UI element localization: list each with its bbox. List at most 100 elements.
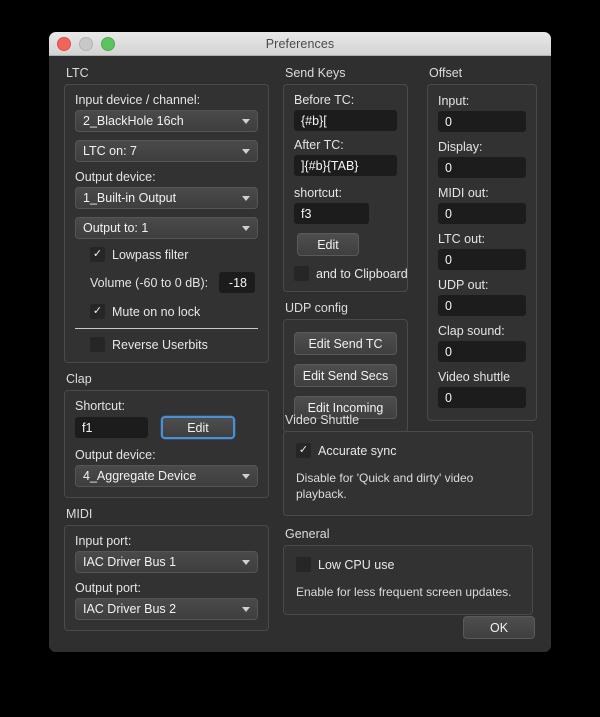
ltc-channel-value: LTC on: 7 — [83, 144, 137, 158]
chevron-down-icon — [242, 119, 250, 124]
offset-udp-out-label: UDP out: — [438, 278, 489, 292]
offset-ltc-out-label: LTC out: — [438, 232, 486, 246]
volume-input[interactable]: -18 — [219, 272, 255, 293]
offset-midi-out-label: MIDI out: — [438, 186, 489, 200]
volume-label: Volume (-60 to 0 dB): — [90, 275, 209, 290]
clap-output-device-select[interactable]: 4_Aggregate Device — [75, 465, 258, 487]
video-shuttle-group: ✓ Accurate sync Disable for 'Quick and d… — [283, 431, 533, 517]
chevron-down-icon — [242, 149, 250, 154]
clap-shortcut-input[interactable]: f1 — [75, 417, 148, 438]
reverse-userbits-label: Reverse Userbits — [112, 337, 208, 352]
clap-output-device-label: Output device: — [75, 448, 156, 462]
offset-column: Offset Input: 0 Display: 0 MIDI out: 0 L… — [427, 56, 537, 421]
mute-on-no-lock-label: Mute on no lock — [112, 304, 201, 319]
preferences-content: LTC Input device / channel: 2_BlackHole … — [49, 56, 551, 652]
ltc-output-device-select[interactable]: 1_Built-in Output — [75, 187, 258, 209]
desktop-background: Preferences LTC Input device / channel: … — [0, 0, 600, 717]
ltc-channel-select[interactable]: LTC on: 7 — [75, 140, 258, 162]
clap-shortcut-label: Shortcut: — [75, 399, 126, 413]
offset-video-shuttle-field[interactable]: 0 — [438, 387, 526, 408]
midi-input-port-value: IAC Driver Bus 1 — [83, 555, 177, 569]
window-title: Preferences — [265, 36, 335, 51]
checkbox-icon — [90, 337, 105, 352]
video-shuttle-hint: Disable for 'Quick and dirty' video play… — [296, 471, 474, 501]
lowpass-filter-checkbox[interactable]: ✓ Lowpass filter — [75, 247, 258, 262]
ltc-input-device-value: 2_BlackHole 16ch — [83, 114, 184, 128]
window-controls — [57, 32, 115, 55]
offset-midi-out-field[interactable]: 0 — [438, 203, 526, 224]
ltc-output-device-value: 1_Built-in Output — [83, 191, 177, 205]
offset-udp-out-field[interactable]: 0 — [438, 295, 526, 316]
zoom-button[interactable] — [101, 36, 115, 51]
checkmark-icon: ✓ — [296, 443, 311, 458]
midi-output-port-select[interactable]: IAC Driver Bus 2 — [75, 598, 258, 620]
close-button[interactable] — [57, 36, 71, 51]
chevron-down-icon — [242, 474, 250, 479]
offset-group-label: Offset — [429, 66, 463, 80]
ltc-group: Input device / channel: 2_BlackHole 16ch… — [64, 84, 269, 363]
send-keys-edit-button[interactable]: Edit — [297, 233, 359, 256]
edit-send-secs-button[interactable]: Edit Send Secs — [294, 364, 397, 387]
ltc-input-device-label: Input device / channel: — [75, 93, 201, 107]
ltc-divider — [75, 328, 258, 329]
window-titlebar: Preferences — [49, 32, 551, 56]
before-tc-input[interactable]: {#b}[ — [294, 110, 397, 131]
lowpass-filter-label: Lowpass filter — [112, 247, 189, 262]
general-hint: Enable for less frequent screen updates. — [296, 585, 512, 600]
checkmark-icon: ✓ — [90, 304, 105, 319]
clap-group: Shortcut: f1 Edit Output device: 4_Aggre… — [64, 390, 269, 498]
checkbox-icon — [294, 266, 309, 281]
send-keys-group-label: Send Keys — [285, 66, 346, 80]
ltc-input-device-select[interactable]: 2_BlackHole 16ch — [75, 110, 258, 132]
and-to-clipboard-label: and to Clipboard — [316, 266, 408, 281]
midi-input-port-select[interactable]: IAC Driver Bus 1 — [75, 551, 258, 573]
send-keys-shortcut-label: shortcut: — [294, 186, 342, 200]
low-cpu-use-checkbox[interactable]: Low CPU use — [296, 557, 520, 573]
general-group-label: General — [285, 527, 330, 542]
edit-send-tc-button[interactable]: Edit Send TC — [294, 332, 397, 355]
offset-clap-sound-field[interactable]: 0 — [438, 341, 526, 362]
send-keys-group: Before TC: {#b}[ After TC: ]{#b}{TAB} sh… — [283, 84, 408, 292]
offset-input-label: Input: — [438, 94, 470, 108]
and-to-clipboard-checkbox[interactable]: and to Clipboard — [294, 266, 408, 281]
ok-button[interactable]: OK — [463, 616, 535, 639]
general-group: Low CPU use Enable for less frequent scr… — [283, 545, 533, 615]
midi-output-port-value: IAC Driver Bus 2 — [83, 602, 177, 616]
accurate-sync-checkbox[interactable]: ✓ Accurate sync — [296, 443, 520, 458]
offset-clap-sound-label: Clap sound: — [438, 324, 505, 338]
before-tc-label: Before TC: — [294, 93, 355, 107]
checkmark-icon: ✓ — [90, 247, 105, 262]
after-tc-label: After TC: — [294, 138, 344, 152]
middle-column: Send Keys Before TC: {#b}[ After TC: ]{#… — [283, 56, 418, 433]
offset-input-field[interactable]: 0 — [438, 111, 526, 132]
middle-wide-column: Video Shuttle ✓ Accurate sync Disable fo… — [283, 413, 533, 615]
reverse-userbits-checkbox[interactable]: Reverse Userbits — [75, 337, 258, 352]
ltc-output-to-select[interactable]: Output to: 1 — [75, 217, 258, 239]
preferences-window: Preferences LTC Input device / channel: … — [49, 32, 551, 652]
after-tc-input[interactable]: ]{#b}{TAB} — [294, 155, 397, 176]
chevron-down-icon — [242, 607, 250, 612]
midi-output-port-label: Output port: — [75, 581, 142, 595]
ltc-group-label: LTC — [66, 66, 89, 80]
midi-group-label: MIDI — [66, 507, 93, 521]
offset-display-label: Display: — [438, 140, 483, 154]
offset-display-field[interactable]: 0 — [438, 157, 526, 178]
midi-group: Input port: IAC Driver Bus 1 Output port… — [64, 525, 269, 631]
accurate-sync-label: Accurate sync — [318, 443, 397, 458]
clap-group-label: Clap — [66, 372, 92, 386]
ltc-output-to-value: Output to: 1 — [83, 221, 149, 235]
offset-ltc-out-field[interactable]: 0 — [438, 249, 526, 270]
chevron-down-icon — [242, 226, 250, 231]
send-keys-shortcut-input[interactable]: f3 — [294, 203, 369, 224]
offset-video-shuttle-label: Video shuttle — [438, 370, 511, 384]
clap-edit-button[interactable]: Edit — [161, 416, 235, 439]
chevron-down-icon — [242, 560, 250, 565]
clap-shortcut-row: f1 Edit — [75, 416, 258, 439]
volume-row: Volume (-60 to 0 dB): -18 — [75, 272, 258, 293]
offset-group: Input: 0 Display: 0 MIDI out: 0 LTC out:… — [427, 84, 537, 421]
ltc-output-device-label: Output device: — [75, 170, 156, 184]
clap-output-device-value: 4_Aggregate Device — [83, 469, 197, 483]
minimize-button[interactable] — [79, 36, 93, 51]
mute-on-no-lock-checkbox[interactable]: ✓ Mute on no lock — [75, 304, 258, 319]
midi-input-port-label: Input port: — [75, 534, 132, 548]
